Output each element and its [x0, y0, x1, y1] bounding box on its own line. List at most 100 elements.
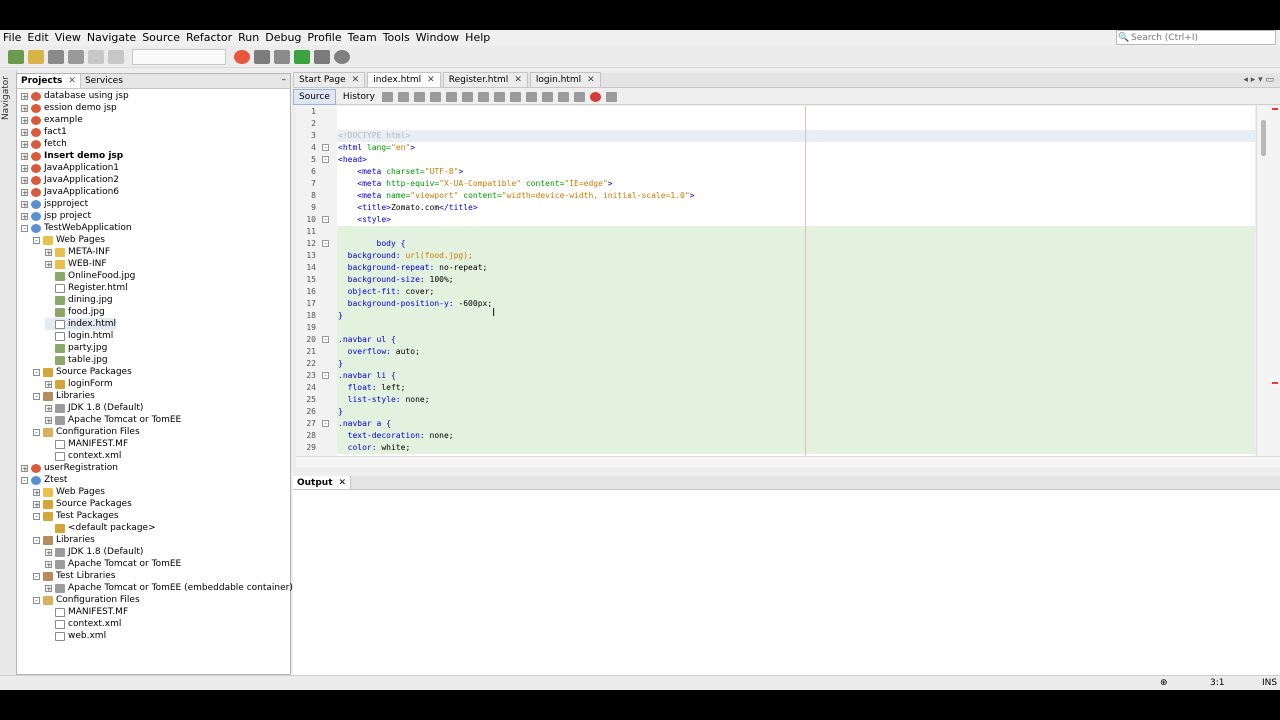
tree-item[interactable]: food.jpg	[45, 306, 105, 318]
new-project-icon[interactable]	[8, 49, 24, 64]
tree-item[interactable]: + Insert demo jsp	[21, 150, 123, 162]
search-box[interactable]: 🔍 Search (Ctrl+I)	[1116, 30, 1276, 45]
tree-item[interactable]: - Configuration Files	[33, 426, 140, 438]
menu-edit[interactable]: Edit	[24, 30, 51, 45]
undo-icon[interactable]	[88, 49, 104, 64]
tree-item[interactable]: <default package>	[45, 522, 156, 534]
tree-item[interactable]: + Apache Tomcat or TomEE	[45, 414, 181, 426]
start-macro-icon[interactable]	[589, 91, 601, 102]
expand-icon[interactable]: +	[21, 164, 28, 172]
next-bookmark-icon[interactable]	[525, 91, 537, 102]
tree-item[interactable]: + database using jsp	[21, 90, 129, 102]
expand-icon[interactable]: +	[21, 140, 28, 148]
tree-item[interactable]: - Test Libraries	[33, 570, 115, 582]
previous-bookmark-icon[interactable]	[509, 91, 521, 102]
tree-item[interactable]: - Web Pages	[33, 234, 105, 246]
expand-icon[interactable]: +	[21, 116, 28, 124]
close-icon[interactable]: ✕	[68, 74, 76, 88]
menu-profile[interactable]: Profile	[304, 30, 344, 45]
new-file-icon[interactable]	[28, 49, 44, 64]
expand-icon[interactable]: +	[33, 500, 40, 508]
tree-item[interactable]: + loginForm	[45, 378, 113, 390]
minimize-icon[interactable]: –	[282, 75, 287, 85]
editor-horizontal-scrollbar[interactable]	[296, 456, 1280, 467]
tab-projects[interactable]: Projects ✕	[17, 74, 81, 88]
tree-item[interactable]: + fact1	[21, 126, 67, 138]
redo-icon[interactable]	[108, 49, 124, 64]
scroll-thumb[interactable]	[1261, 120, 1266, 156]
expand-icon[interactable]: +	[21, 464, 28, 472]
collapse-icon[interactable]: -	[33, 392, 40, 400]
expand-icon[interactable]: +	[21, 152, 28, 160]
shift-left-icon[interactable]	[557, 91, 569, 102]
expand-icon[interactable]: +	[21, 92, 28, 100]
fold-toggle-icon[interactable]: -	[322, 216, 329, 224]
profile-icon[interactable]	[334, 49, 350, 64]
tree-item[interactable]: party.jpg	[45, 342, 107, 354]
expand-icon[interactable]: +	[21, 212, 28, 220]
fold-toggle-icon[interactable]: -	[322, 420, 329, 428]
collapse-icon[interactable]: -	[33, 236, 40, 244]
tab-controls-icon[interactable]: ◂ ▸ ▾ ▭	[1243, 75, 1274, 85]
expand-icon[interactable]: +	[21, 188, 28, 196]
tree-item[interactable]: + JavaApplication2	[21, 174, 119, 186]
tab-login-html[interactable]: login.html ✕	[529, 72, 601, 87]
close-icon[interactable]: ✕	[427, 75, 435, 85]
tree-item[interactable]: web.xml	[45, 630, 106, 642]
tree-item[interactable]: + JavaApplication1	[21, 162, 119, 174]
tree-item[interactable]: - TestWebApplication	[21, 222, 132, 234]
collapse-icon[interactable]: -	[33, 572, 40, 580]
expand-icon[interactable]: +	[21, 200, 28, 208]
expand-icon[interactable]: +	[21, 176, 28, 184]
tree-item[interactable]: + Apache Tomcat or TomEE (embeddable cont…	[45, 582, 293, 594]
config-selector[interactable]	[132, 48, 226, 65]
navigator-strip[interactable]: Navigator	[0, 70, 17, 690]
notifications-icon[interactable]: ⊕	[1160, 678, 1168, 688]
menu-tools[interactable]: Tools	[380, 30, 413, 45]
history-button[interactable]: History	[338, 90, 380, 104]
menu-view[interactable]: View	[52, 30, 84, 45]
shift-right-icon[interactable]	[573, 91, 585, 102]
tree-item[interactable]: + example	[21, 114, 83, 126]
collapse-icon[interactable]: -	[33, 596, 40, 604]
menu-help[interactable]: Help	[462, 30, 493, 45]
tree-item[interactable]: + WEB-INF	[45, 258, 107, 270]
tree-item[interactable]: login.html	[45, 330, 113, 342]
back-icon[interactable]	[397, 91, 409, 102]
tree-item[interactable]: - Configuration Files	[33, 594, 140, 606]
stop-macro-icon[interactable]	[605, 91, 617, 102]
code-area[interactable]: <!DOCTYPE html> <html lang="en"> <head> <m…	[337, 106, 1255, 456]
tree-item[interactable]: + JavaApplication6	[21, 186, 119, 198]
menu-window[interactable]: Window	[413, 30, 462, 45]
tree-item[interactable]: - Libraries	[33, 390, 95, 402]
tree-item[interactable]: OnlineFood.jpg	[45, 270, 135, 282]
run-icon[interactable]	[294, 49, 310, 64]
tree-item[interactable]: MANIFEST.MF	[45, 438, 128, 450]
tree-item[interactable]: + JDK 1.8 (Default)	[45, 402, 143, 414]
expand-icon[interactable]: +	[45, 584, 52, 592]
debug-icon[interactable]	[314, 49, 330, 64]
tree-item[interactable]: - Test Packages	[33, 510, 119, 522]
fold-toggle-icon[interactable]: -	[322, 372, 329, 380]
collapse-icon[interactable]: -	[33, 368, 40, 376]
close-icon[interactable]: ✕	[514, 75, 522, 85]
tree-item[interactable]: - Ztest	[21, 474, 67, 486]
tree-item[interactable]: + fetch	[21, 138, 67, 150]
editor-vertical-scrollbar[interactable]	[1256, 106, 1280, 456]
error-marker[interactable]	[1272, 382, 1278, 384]
tree-item[interactable]: - Source Packages	[33, 366, 132, 378]
tree-item[interactable]: + JDK 1.8 (Default)	[45, 546, 143, 558]
collapse-icon[interactable]: -	[33, 536, 40, 544]
find-next-icon[interactable]	[461, 91, 473, 102]
tree-item[interactable]: + ession demo jsp	[21, 102, 117, 114]
tree-item[interactable]: - Libraries	[33, 534, 95, 546]
collapse-icon[interactable]: -	[33, 428, 40, 436]
menu-refactor[interactable]: Refactor	[183, 30, 235, 45]
tab-register-html[interactable]: Register.html ✕	[442, 72, 528, 87]
tree-item[interactable]: Register.html	[45, 282, 128, 294]
close-icon[interactable]: ✕	[352, 75, 360, 85]
toggle-bookmark-icon[interactable]	[541, 91, 553, 102]
toggle-highlight-icon[interactable]	[477, 91, 489, 102]
expand-icon[interactable]: +	[45, 380, 52, 388]
tab-start-page[interactable]: Start Page ✕	[293, 72, 366, 87]
